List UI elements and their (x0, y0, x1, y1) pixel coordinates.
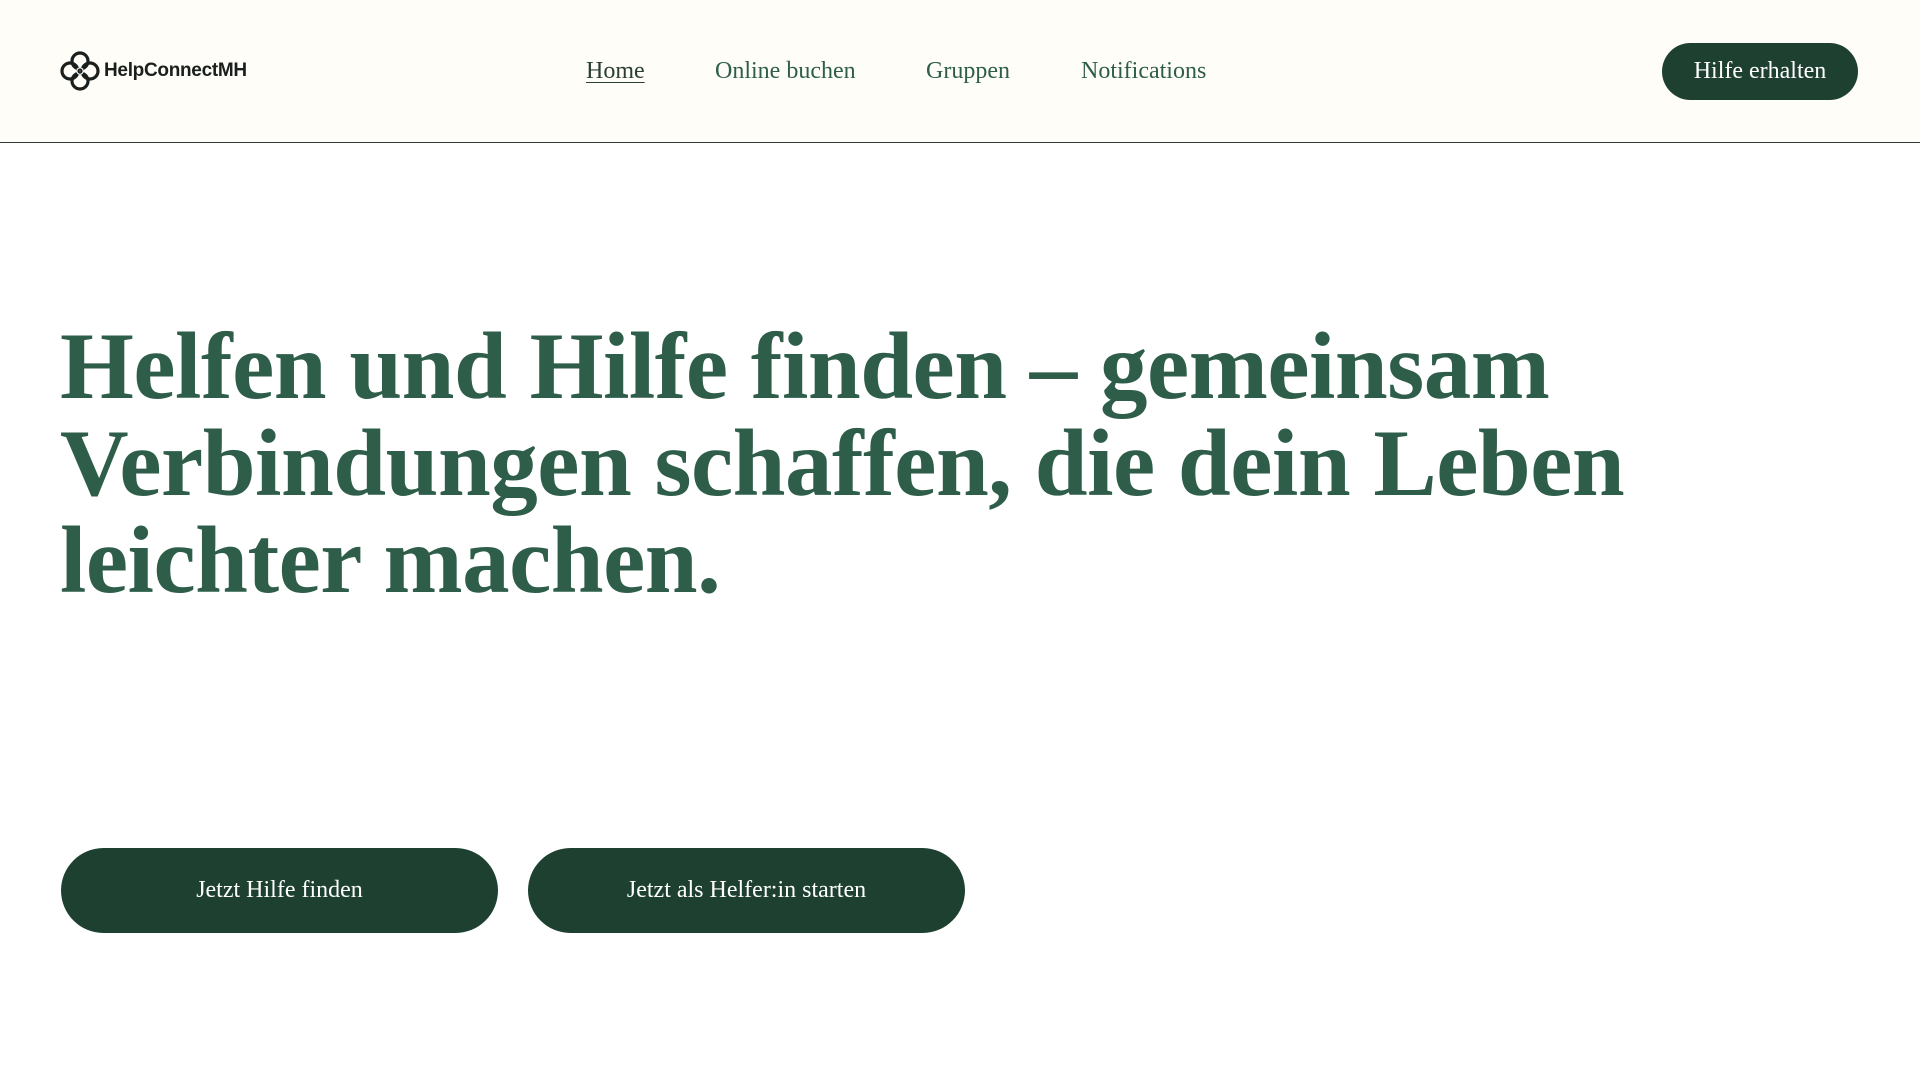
nav-link-gruppen[interactable]: Gruppen (926, 56, 1010, 86)
main-navigation: Home Online buchen Gruppen Notifications (0, 0, 1920, 143)
start-as-helper-button[interactable]: Jetzt als Helfer:in starten (528, 848, 965, 933)
hero-title: Helfen und Hilfe finden – gemeinsam Verb… (60, 313, 1625, 613)
nav-link-home[interactable]: Home (586, 56, 645, 86)
find-help-button[interactable]: Jetzt Hilfe finden (61, 848, 498, 933)
nav-link-online-buchen[interactable]: Online buchen (715, 56, 856, 86)
nav-link-notifications[interactable]: Notifications (1081, 56, 1206, 86)
hero-cta-group: Jetzt Hilfe finden Jetzt als Helfer:in s… (61, 848, 965, 933)
get-help-button[interactable]: Hilfe erhalten (1662, 43, 1858, 100)
site-header: HelpConnectMH Home Online buchen Gruppen… (0, 0, 1920, 143)
